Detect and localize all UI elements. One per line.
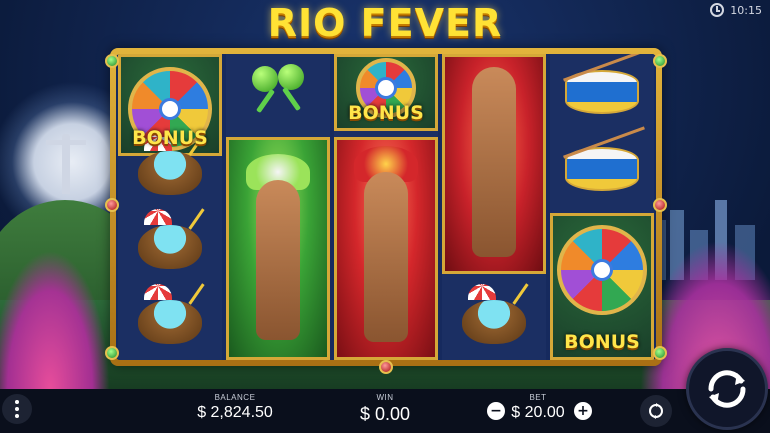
bonus-wheel-icon xyxy=(557,224,647,315)
palm-left xyxy=(0,250,110,390)
symbol-drum xyxy=(550,54,654,131)
bet-increase-button[interactable]: + xyxy=(574,402,592,420)
reel-area: BONUS BONUS BONUS xyxy=(116,54,656,360)
bonus-label: BONUS xyxy=(348,101,424,124)
win-value: $ 0.00 xyxy=(359,404,411,424)
symbol-bonus: BONUS xyxy=(334,54,438,131)
clock-time: 10:15 xyxy=(730,3,762,17)
statue-silhouette xyxy=(46,130,86,200)
balance-value: $ 2,824.50 xyxy=(197,404,273,421)
status-clock: 10:15 xyxy=(710,2,762,18)
balance-display: BALANCE $ 2,824.50 xyxy=(190,393,280,422)
reel-frame: BONUS BONUS BONUS xyxy=(105,48,667,374)
frame-gem xyxy=(653,346,667,360)
coconut-icon xyxy=(138,283,205,344)
reel-3: BONUS xyxy=(334,54,438,360)
dancer-green-icon xyxy=(226,136,330,360)
spin-button[interactable] xyxy=(686,348,768,430)
balance-label: BALANCE xyxy=(214,393,256,402)
symbol-dancer-green xyxy=(226,136,330,360)
symbol-dancer-red xyxy=(334,136,438,360)
menu-dots-icon xyxy=(15,400,19,404)
dancer-red-icon xyxy=(334,136,438,360)
maracas-icon xyxy=(248,62,308,122)
symbol-coconut xyxy=(442,283,546,361)
game-title: RIO FEVER xyxy=(267,1,503,45)
reel-2 xyxy=(226,54,330,360)
win-display: WIN $ 0.00 xyxy=(340,393,430,425)
bet-label: BET xyxy=(529,393,547,402)
drum-icon xyxy=(565,146,639,191)
reel-1: BONUS xyxy=(118,54,222,360)
bet-display: BET $ 20.00 xyxy=(505,393,571,422)
reels-container: BONUS BONUS BONUS xyxy=(116,54,656,360)
win-label: WIN xyxy=(376,393,394,402)
symbol-coconut xyxy=(118,283,222,361)
reel-4 xyxy=(442,54,546,360)
symbol-bonus: BONUS xyxy=(550,213,654,360)
autoplay-icon xyxy=(649,403,663,419)
symbol-coconut xyxy=(118,208,222,283)
bet-decrease-button[interactable]: − xyxy=(487,402,505,420)
drum-icon xyxy=(565,70,639,115)
frame-gem xyxy=(653,54,667,68)
symbol-bonus: BONUS xyxy=(118,54,222,156)
frame-gem xyxy=(105,54,119,68)
bonus-label: BONUS xyxy=(564,330,640,353)
bet-value: $ 20.00 xyxy=(511,404,565,421)
symbol-dancer-red-top xyxy=(442,54,546,275)
frame-gem xyxy=(105,198,119,212)
bonus-label: BONUS xyxy=(132,126,208,149)
coconut-icon xyxy=(462,283,529,344)
symbol-drum xyxy=(550,131,654,208)
spin-icon xyxy=(708,370,746,408)
coconut-icon xyxy=(138,134,205,196)
frame-gem xyxy=(379,360,393,374)
menu-button[interactable] xyxy=(2,394,32,424)
autoplay-button[interactable] xyxy=(640,395,672,427)
reel-5: BONUS xyxy=(550,54,654,360)
clock-icon xyxy=(710,3,725,17)
frame-gem xyxy=(653,198,667,212)
frame-gem xyxy=(105,346,119,360)
dancer-red-icon xyxy=(442,54,546,275)
coconut-icon xyxy=(138,208,205,269)
symbol-maracas xyxy=(226,54,330,131)
